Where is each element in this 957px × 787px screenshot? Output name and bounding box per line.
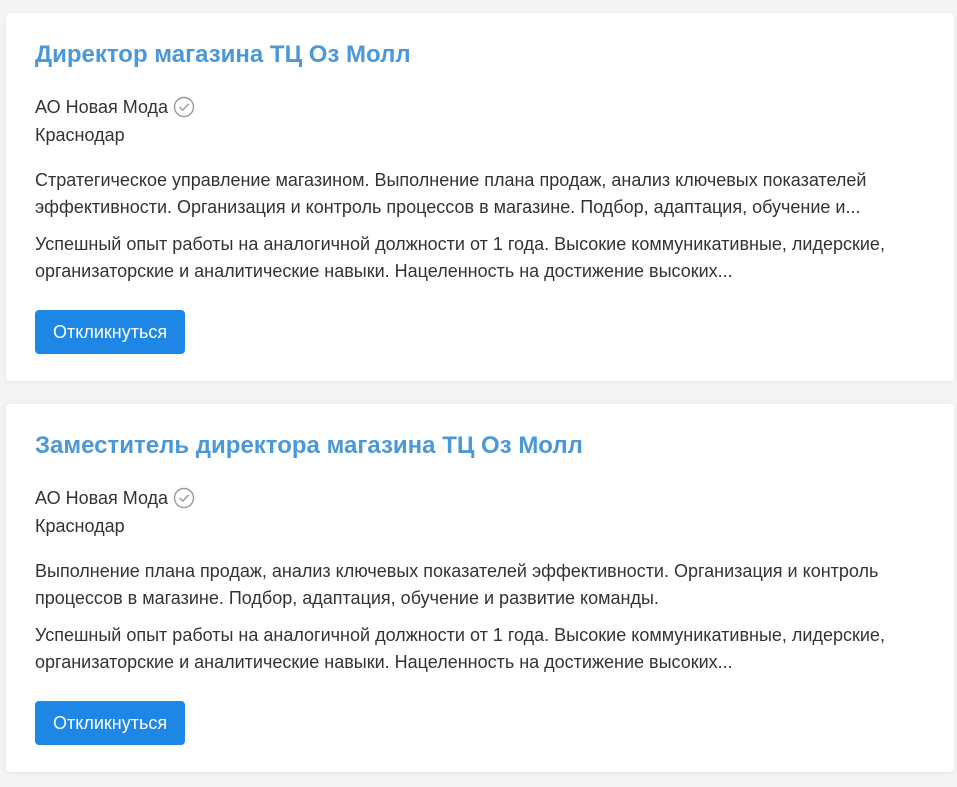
company-name-link[interactable]: АО Новая Мода xyxy=(35,97,168,118)
verified-check-icon xyxy=(173,487,195,509)
vacancy-city: Краснодар xyxy=(35,125,125,145)
vacancy-card: Директор магазина ТЦ Оз Молл АО Новая Мо… xyxy=(6,13,954,381)
vacancy-title-link[interactable]: Директор магазина ТЦ Оз Молл xyxy=(35,41,411,69)
vacancy-responsibilities: Стратегическое управление магазином. Вып… xyxy=(35,170,867,217)
company-row: АО Новая Мода xyxy=(35,487,195,509)
vacancy-title-link[interactable]: Заместитель директора магазина ТЦ Оз Мол… xyxy=(35,432,583,460)
vacancy-requirements: Успешный опыт работы на аналогичной долж… xyxy=(35,625,885,672)
verified-check-icon xyxy=(173,96,195,118)
vacancy-responsibilities: Выполнение плана продаж, анализ ключевых… xyxy=(35,561,879,608)
company-row: АО Новая Мода xyxy=(35,96,195,118)
vacancy-requirements: Успешный опыт работы на аналогичной долж… xyxy=(35,234,885,281)
respond-button[interactable]: Откликнуться xyxy=(35,310,186,354)
vacancy-card: Заместитель директора магазина ТЦ Оз Мол… xyxy=(6,404,954,772)
vacancy-city: Краснодар xyxy=(35,516,125,536)
respond-button[interactable]: Откликнуться xyxy=(35,701,186,745)
vacancy-list: Директор магазина ТЦ Оз Молл АО Новая Мо… xyxy=(0,0,957,787)
company-name-link[interactable]: АО Новая Мода xyxy=(35,488,168,509)
